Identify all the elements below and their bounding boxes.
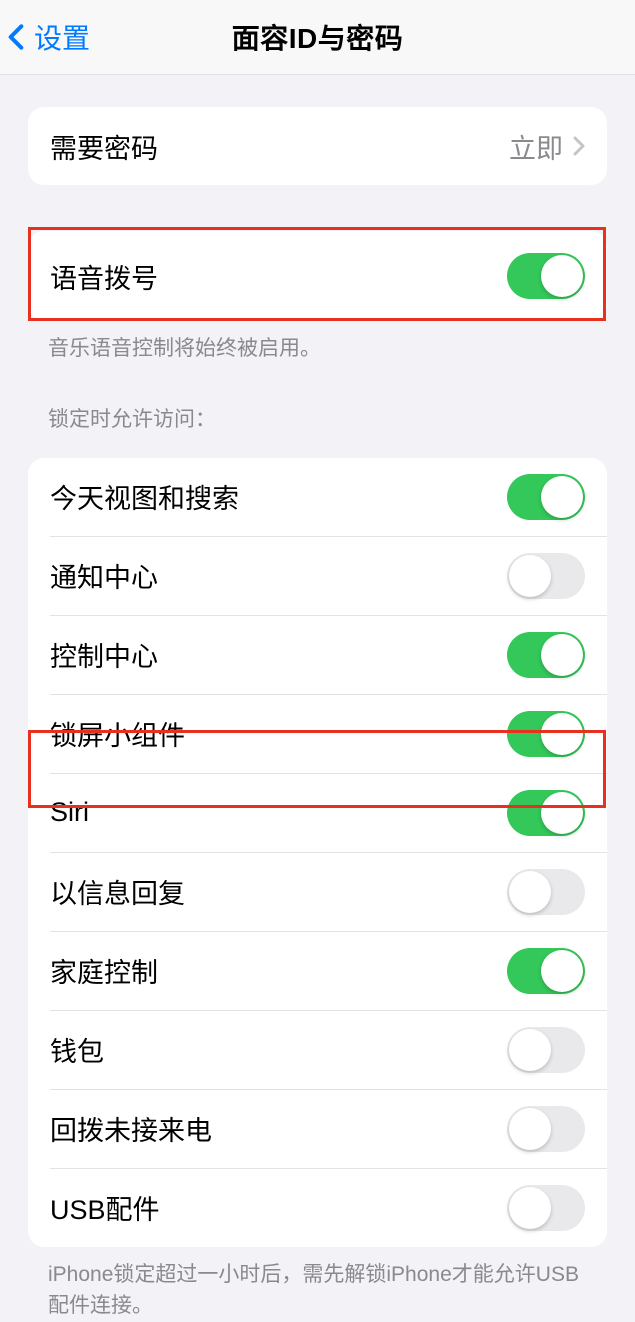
voice-dial-row: 语音拨号 xyxy=(28,231,607,321)
list-item: USB配件 xyxy=(28,1169,607,1247)
list-item-toggle[interactable] xyxy=(507,948,585,994)
list-item-toggle[interactable] xyxy=(507,1027,585,1073)
list-item-label: 控制中心 xyxy=(50,635,158,674)
require-passcode-label: 需要密码 xyxy=(50,127,158,166)
list-item: 今天视图和搜索 xyxy=(28,458,607,536)
list-item-label: 今天视图和搜索 xyxy=(50,477,239,516)
require-passcode-row[interactable]: 需要密码 立即 xyxy=(28,107,607,185)
list-item-toggle[interactable] xyxy=(507,553,585,599)
list-item: 锁屏小组件 xyxy=(28,695,607,773)
lock-access-section: 今天视图和搜索通知中心控制中心锁屏小组件 Siri 以信息回复家庭控制钱包回拨未接来… xyxy=(28,458,607,1247)
require-passcode-value: 立即 xyxy=(509,127,585,166)
nav-header: 设置 面容ID与密码 xyxy=(0,0,635,75)
list-item-label: 回拨未接来电 xyxy=(50,1109,212,1148)
list-item: Siri xyxy=(28,774,607,852)
page-title: 面容ID与密码 xyxy=(232,17,404,57)
back-button[interactable]: 设置 xyxy=(8,17,90,57)
list-item: 家庭控制 xyxy=(28,932,607,1010)
voice-dial-section: 语音拨号 xyxy=(28,231,607,321)
list-item-label: 家庭控制 xyxy=(50,951,158,990)
chevron-left-icon xyxy=(8,21,28,53)
voice-dial-toggle[interactable] xyxy=(507,253,585,299)
list-item: 控制中心 xyxy=(28,616,607,694)
list-item: 通知中心 xyxy=(28,537,607,615)
list-item-label: USB配件 xyxy=(50,1188,160,1227)
back-label: 设置 xyxy=(34,17,90,57)
lock-access-footer: iPhone锁定超过一小时后，需先解锁iPhone才能允许USB配件连接。 xyxy=(0,1247,635,1322)
list-item-label: 锁屏小组件 xyxy=(50,714,185,753)
list-item-toggle[interactable] xyxy=(507,474,585,520)
list-item-toggle[interactable] xyxy=(507,869,585,915)
list-item-label: Siri xyxy=(50,797,89,828)
list-item: 钱包 xyxy=(28,1011,607,1089)
list-item: 回拨未接来电 xyxy=(28,1090,607,1168)
list-item-label: 通知中心 xyxy=(50,556,158,595)
voice-dial-footer: 音乐语音控制将始终被启用。 xyxy=(0,321,635,365)
chevron-right-icon xyxy=(573,136,585,156)
list-item-toggle[interactable] xyxy=(507,790,585,836)
list-item-label: 以信息回复 xyxy=(50,872,185,911)
require-passcode-section: 需要密码 立即 xyxy=(28,107,607,185)
list-item-label: 钱包 xyxy=(50,1030,104,1069)
list-item: 以信息回复 xyxy=(28,853,607,931)
voice-dial-label: 语音拨号 xyxy=(50,257,158,296)
list-item-toggle[interactable] xyxy=(507,711,585,757)
lock-access-header: 锁定时允许访问： xyxy=(0,403,635,443)
list-item-toggle[interactable] xyxy=(507,632,585,678)
list-item-toggle[interactable] xyxy=(507,1106,585,1152)
list-item-toggle[interactable] xyxy=(507,1185,585,1231)
